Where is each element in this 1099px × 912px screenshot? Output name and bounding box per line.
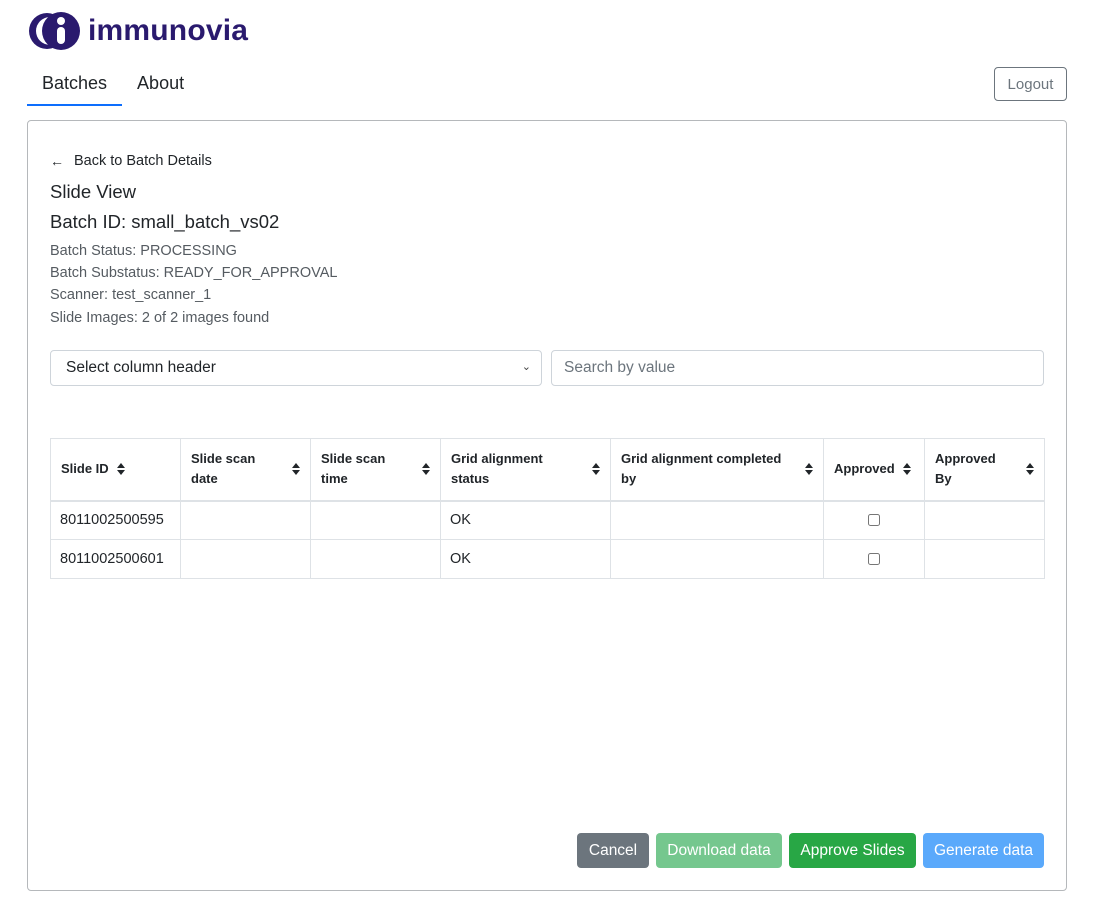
cell-grid-completed-by	[610, 500, 824, 540]
approve-slides-button[interactable]: Approve Slides	[789, 833, 916, 868]
cell-approved-by	[924, 500, 1045, 540]
search-by-value-input[interactable]	[551, 350, 1044, 386]
column-header-slide-scan-time[interactable]: Slide scan time	[310, 438, 441, 502]
arrow-left-icon: ←	[50, 153, 64, 169]
scanner-info: Scanner: test_scanner_1	[50, 287, 212, 303]
approved-checkbox[interactable]	[868, 553, 880, 566]
cancel-button[interactable]: Cancel	[577, 833, 649, 868]
immunovia-logo-icon	[29, 12, 80, 50]
sort-icon[interactable]	[1026, 462, 1034, 476]
table-row: 8011002500601 OK	[50, 539, 1045, 579]
cell-scan-time	[310, 539, 441, 579]
batch-substatus: Batch Substatus: READY_FOR_APPROVAL	[50, 265, 338, 281]
column-header-grid-alignment-status[interactable]: Grid alignment status	[440, 438, 611, 502]
batch-id-heading: Batch ID: small_batch_vs02	[50, 211, 280, 232]
cell-scan-date	[180, 539, 311, 579]
cell-approved-by	[924, 539, 1045, 579]
cell-approved	[823, 539, 925, 579]
tab-about[interactable]: About	[122, 66, 199, 106]
tab-batches[interactable]: Batches	[27, 66, 123, 106]
cell-grid-completed-by	[610, 539, 824, 579]
brand-name: immunovia	[88, 14, 249, 47]
chevron-down-icon: ⌄	[521, 361, 531, 373]
sort-icon[interactable]	[902, 462, 911, 476]
table-row: 8011002500595 OK	[50, 500, 1045, 540]
cell-approved	[823, 500, 925, 540]
logout-button[interactable]: Logout	[994, 67, 1067, 101]
sort-icon[interactable]	[292, 462, 300, 476]
cell-slide-id: 8011002500601	[50, 539, 181, 579]
cell-slide-id: 8011002500595	[50, 500, 181, 540]
approved-checkbox[interactable]	[868, 514, 880, 527]
sort-icon[interactable]	[116, 462, 125, 476]
cell-scan-time	[310, 500, 441, 540]
sort-icon[interactable]	[422, 462, 430, 476]
back-to-batch-details-link[interactable]: ← Back to Batch Details	[50, 153, 212, 169]
table-header-row: Slide ID Slide scan date Slide scan time…	[50, 438, 1045, 502]
sort-icon[interactable]	[592, 462, 600, 476]
column-header-slide-id[interactable]: Slide ID	[50, 438, 181, 502]
main-nav: Batches About	[27, 66, 199, 106]
column-header-approved-by[interactable]: Approved By	[924, 438, 1045, 502]
column-select-value: Select column header	[66, 359, 216, 376]
generate-data-button[interactable]: Generate data	[923, 833, 1044, 868]
column-header-slide-scan-date[interactable]: Slide scan date	[180, 438, 311, 502]
slide-view-card: ← Back to Batch Details Slide View Batch…	[27, 120, 1067, 891]
back-link-label: Back to Batch Details	[74, 153, 212, 169]
column-header-approved[interactable]: Approved	[823, 438, 925, 502]
sort-icon[interactable]	[805, 462, 813, 476]
brand-logo: immunovia	[28, 10, 248, 52]
column-header-grid-alignment-completed-by[interactable]: Grid alignment completed by	[610, 438, 824, 502]
batch-status: Batch Status: PROCESSING	[50, 243, 237, 259]
column-header-select[interactable]: Select column header ⌄	[50, 350, 542, 386]
cell-grid-status: OK	[440, 500, 611, 540]
page-title: Slide View	[50, 181, 137, 202]
slides-table: Slide ID Slide scan date Slide scan time…	[50, 438, 1045, 579]
slide-images-count: Slide Images: 2 of 2 images found	[50, 310, 270, 326]
cell-grid-status: OK	[440, 539, 611, 579]
download-data-button[interactable]: Download data	[656, 833, 782, 868]
cell-scan-date	[180, 500, 311, 540]
